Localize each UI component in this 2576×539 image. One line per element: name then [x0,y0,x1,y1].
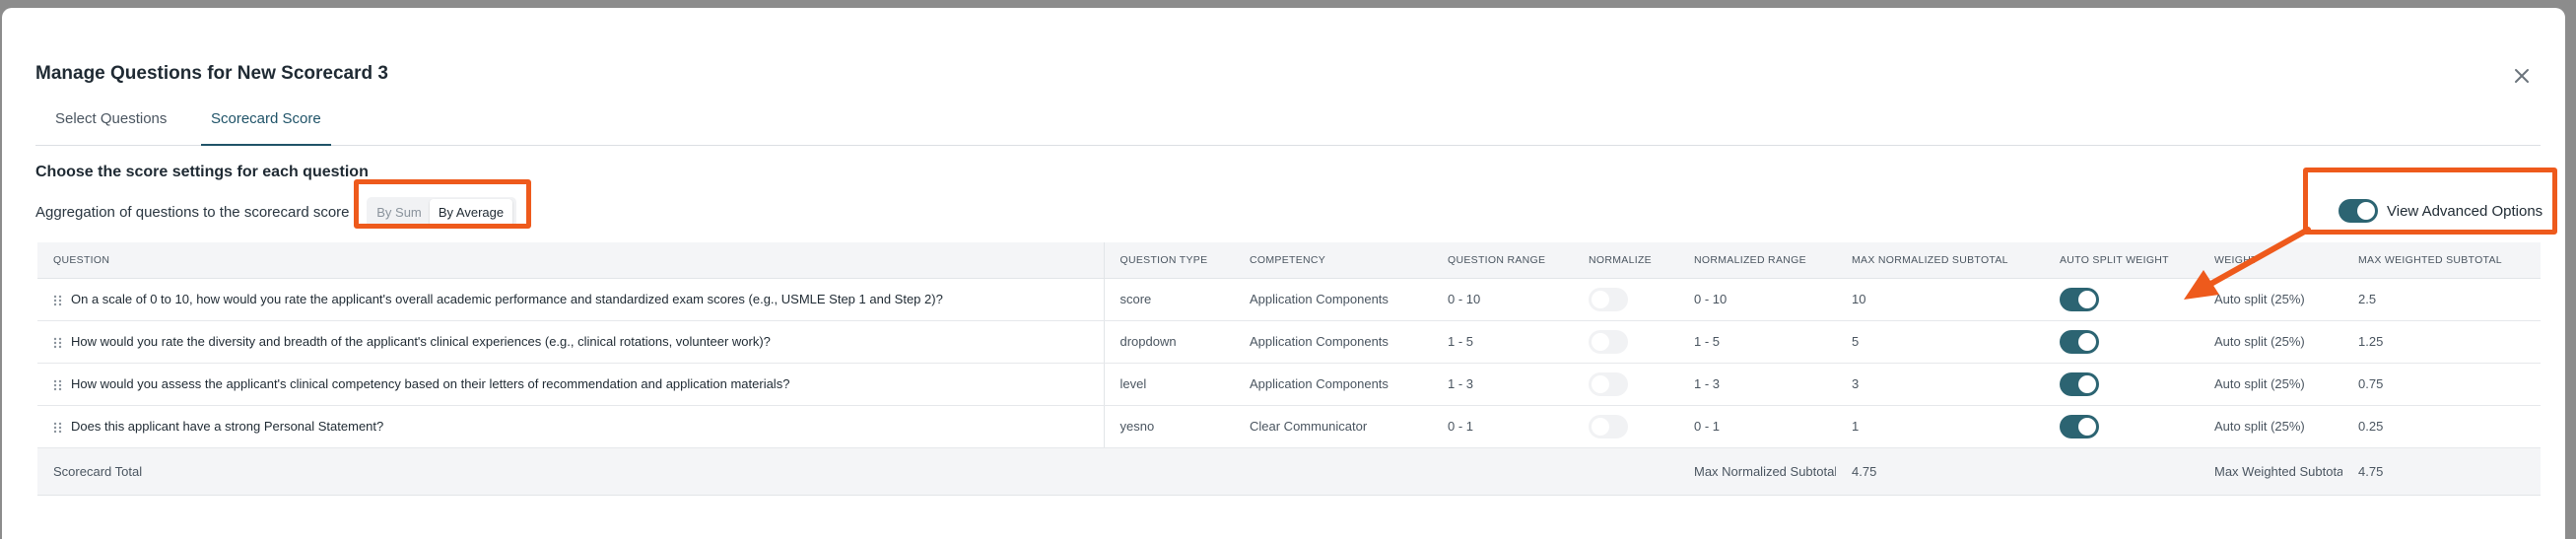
question-range: 1 - 3 [1432,363,1573,406]
normalize-toggle[interactable] [1589,414,1628,438]
header-normalized-range: NORMALIZED RANGE [1678,242,1836,279]
max-weighted-subtotal: 0.25 [2342,405,2541,448]
max-weighted-subtotal-total: 4.75 [2342,447,2541,496]
question-type: level [1104,363,1234,406]
scorecard-total-row: Scorecard Total Max Normalized Subtotal … [37,447,2541,496]
aggregation-highlight [354,179,531,229]
close-icon[interactable] [2507,61,2537,91]
questions-table: QUESTION QUESTION TYPE COMPETENCY QUESTI… [37,242,2541,496]
question-text: On a scale of 0 to 10, how would you rat… [71,292,943,306]
max-normalized-subtotal-label: Max Normalized Subtotal [1678,447,1836,496]
drag-handle-icon[interactable] [53,422,63,434]
normalize-toggle[interactable] [1589,287,1628,311]
header-normalize: NORMALIZE [1573,242,1678,279]
header-max-normalized-subtotal: MAX NORMALIZED SUBTOTAL [1836,242,2044,279]
normalized-range: 1 - 5 [1678,320,1836,364]
max-normalized-subtotal: 1 [1836,405,2044,448]
header-max-weighted-subtotal: MAX WEIGHTED SUBTOTAL [2342,242,2541,279]
question-range: 0 - 1 [1432,405,1573,448]
aggregation-label: Aggregation of questions to the scorecar… [35,204,350,221]
tab-bar: Select Questions Scorecard Score [35,106,2541,146]
max-weighted-subtotal: 1.25 [2342,320,2541,364]
competency: Application Components [1234,363,1432,406]
max-weighted-subtotal: 2.5 [2342,278,2541,321]
table-row: Does this applicant have a strong Person… [37,405,2541,448]
header-auto-split-weight: AUTO SPLIT WEIGHT [2044,242,2199,279]
drag-handle-icon[interactable] [53,337,63,349]
normalize-toggle[interactable] [1589,329,1628,354]
weight: Auto split (25%) [2199,405,2342,448]
table-header-row: QUESTION QUESTION TYPE COMPETENCY QUESTI… [37,242,2541,279]
weight: Auto split (25%) [2199,278,2342,321]
competency: Clear Communicator [1234,405,1432,448]
question-type: dropdown [1104,320,1234,364]
max-normalized-subtotal: 10 [1836,278,2044,321]
question-range: 1 - 5 [1432,320,1573,364]
auto-split-toggle[interactable] [2060,287,2099,311]
max-normalized-subtotal-total: 4.75 [1836,447,2044,496]
max-weighted-subtotal-label: Max Weighted Subtotal [2199,447,2342,496]
auto-split-toggle[interactable] [2060,371,2099,396]
header-competency: COMPETENCY [1234,242,1432,279]
question-text: How would you rate the diversity and bre… [71,334,771,349]
scorecard-total-label: Scorecard Total [37,447,1104,496]
question-range: 0 - 10 [1432,278,1573,321]
header-question-type: QUESTION TYPE [1104,242,1234,279]
question-text: Does this applicant have a strong Person… [71,419,384,434]
auto-split-toggle[interactable] [2060,329,2099,354]
weight: Auto split (25%) [2199,363,2342,406]
table-row: On a scale of 0 to 10, how would you rat… [37,278,2541,321]
drag-handle-icon[interactable] [53,295,63,306]
header-question-range: QUESTION RANGE [1432,242,1573,279]
advanced-options-highlight [2303,168,2557,235]
auto-split-toggle[interactable] [2060,414,2099,438]
max-normalized-subtotal: 5 [1836,320,2044,364]
section-heading: Choose the score settings for each quest… [35,164,369,180]
weight: Auto split (25%) [2199,320,2342,364]
competency: Application Components [1234,278,1432,321]
table-row: How would you assess the applicant's cli… [37,363,2541,406]
table-row: How would you rate the diversity and bre… [37,320,2541,364]
tab-select-questions[interactable]: Select Questions [55,106,167,146]
normalized-range: 0 - 10 [1678,278,1836,321]
max-normalized-subtotal: 3 [1836,363,2044,406]
competency: Application Components [1234,320,1432,364]
normalized-range: 1 - 3 [1678,363,1836,406]
question-text: How would you assess the applicant's cli… [71,376,790,391]
header-weight: WEIGHT [2199,242,2342,279]
question-type: yesno [1104,405,1234,448]
question-type: score [1104,278,1234,321]
tab-scorecard-score[interactable]: Scorecard Score [201,106,331,146]
modal-title: Manage Questions for New Scorecard 3 [35,63,388,84]
max-weighted-subtotal: 0.75 [2342,363,2541,406]
normalized-range: 0 - 1 [1678,405,1836,448]
drag-handle-icon[interactable] [53,379,63,391]
normalize-toggle[interactable] [1589,371,1628,396]
header-question: QUESTION [37,242,1105,279]
manage-questions-modal: Manage Questions for New Scorecard 3 Sel… [2,8,2565,539]
